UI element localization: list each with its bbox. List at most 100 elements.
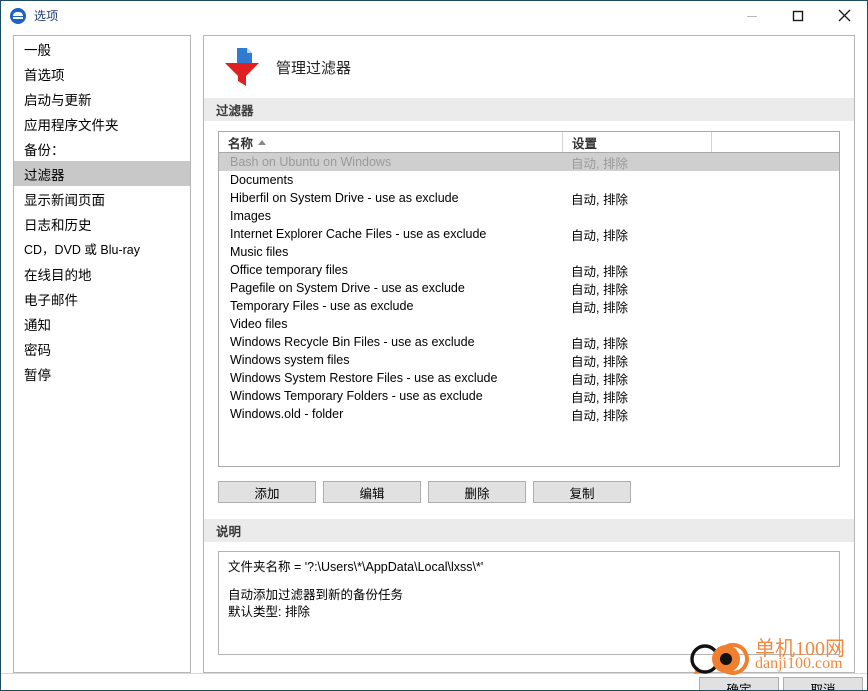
table-row[interactable]: Hiberfil on System Drive - use as exclud… bbox=[219, 189, 839, 207]
edit-button-label: 编辑 bbox=[359, 486, 385, 501]
description-box: 文件夹名称 = '?:\Users\*\AppData\Local\lxss\*… bbox=[218, 551, 840, 655]
sidebar-item-label: 启动与更新 bbox=[24, 92, 92, 108]
page-title: 管理过滤器 bbox=[276, 59, 352, 77]
ok-button[interactable]: 确定 bbox=[699, 677, 779, 690]
cell-name: Windows Recycle Bin Files - use as exclu… bbox=[230, 335, 475, 349]
sidebar-item-general[interactable]: 一般 bbox=[14, 36, 190, 61]
title-bar: 选项 bbox=[1, 1, 867, 30]
add-button[interactable]: 添加 bbox=[218, 481, 316, 503]
sidebar-item-pause[interactable]: 暂停 bbox=[14, 361, 190, 386]
table-row[interactable]: Pagefile on System Drive - use as exclud… bbox=[219, 279, 839, 297]
table-row[interactable]: Internet Explorer Cache Files - use as e… bbox=[219, 225, 839, 243]
options-circle-icon bbox=[10, 7, 26, 24]
table-row[interactable]: Windows System Restore Files - use as ex… bbox=[219, 369, 839, 387]
sidebar-item-filters[interactable]: 过滤器 bbox=[14, 161, 190, 186]
table-row[interactable]: Windows Recycle Bin Files - use as exclu… bbox=[219, 333, 839, 351]
sidebar-item-backup[interactable]: 备份： bbox=[14, 136, 190, 161]
title-bar-left: 选项 bbox=[1, 7, 729, 24]
sidebar-item-notifications[interactable]: 通知 bbox=[14, 311, 190, 336]
sidebar-item-label: 日志和历史 bbox=[24, 217, 92, 233]
settings-main-pane: 管理过滤器 过滤器 名称 设置 Bash on Ubuntu on Window… bbox=[203, 35, 855, 673]
cell-name: Documents bbox=[230, 173, 294, 187]
cell-name: Hiberfil on System Drive - use as exclud… bbox=[230, 191, 459, 205]
sidebar-item-online-dest[interactable]: 在线目的地 bbox=[14, 261, 190, 286]
filters-section-label: 过滤器 bbox=[216, 104, 254, 118]
maximize-icon[interactable] bbox=[775, 1, 821, 30]
table-row[interactable]: Bash on Ubuntu on Windows 自动, 排除 bbox=[219, 153, 839, 171]
filter-action-buttons: 添加 编辑 删除 复制 bbox=[218, 481, 854, 503]
sidebar-item-label: 在线目的地 bbox=[24, 267, 92, 283]
cell-name: Images bbox=[230, 209, 271, 223]
delete-button-label: 删除 bbox=[464, 486, 490, 501]
sidebar-item-news-page[interactable]: 显示新闻页面 bbox=[14, 186, 190, 211]
column-header-name-label: 名称 bbox=[228, 136, 254, 151]
options-window: 选项 一般 首选项 启动与更新 应用程序文件夹 备份： 过滤器 显示新闻页面 日… bbox=[0, 0, 868, 691]
sidebar-item-label: 过滤器 bbox=[24, 167, 65, 183]
cell-name: Windows system files bbox=[230, 353, 350, 367]
copy-button-label: 复制 bbox=[569, 486, 595, 501]
description-line-1: 文件夹名称 = '?:\Users\*\AppData\Local\lxss\*… bbox=[228, 560, 484, 574]
sidebar-item-app-folders[interactable]: 应用程序文件夹 bbox=[14, 111, 190, 136]
table-row[interactable]: Office temporary files 自动, 排除 bbox=[219, 261, 839, 279]
cell-name: Music files bbox=[230, 245, 289, 259]
window-controls bbox=[729, 1, 867, 30]
cell-settings: 自动, 排除 bbox=[571, 354, 628, 369]
description-line-3: 默认类型: 排除 bbox=[228, 605, 310, 619]
cell-name: Office temporary files bbox=[230, 263, 348, 277]
table-row[interactable]: Images bbox=[219, 207, 839, 225]
filters-table: 名称 设置 Bash on Ubuntu on Windows 自动, 排除 Do… bbox=[218, 131, 840, 467]
column-header-name[interactable]: 名称 bbox=[219, 132, 563, 152]
cell-name: Internet Explorer Cache Files - use as e… bbox=[230, 227, 487, 241]
sidebar-item-passwords[interactable]: 密码 bbox=[14, 336, 190, 361]
cell-name: Bash on Ubuntu on Windows bbox=[230, 155, 392, 169]
sidebar-item-label: 暂停 bbox=[24, 367, 51, 383]
cell-settings: 自动, 排除 bbox=[571, 300, 628, 315]
minimize-icon[interactable] bbox=[729, 1, 775, 30]
sidebar-item-startup[interactable]: 启动与更新 bbox=[14, 86, 190, 111]
sidebar-item-email[interactable]: 电子邮件 bbox=[14, 286, 190, 311]
sidebar-item-label: CD，DVD 或 Blu-ray bbox=[24, 243, 140, 257]
sidebar-item-label: 首选项 bbox=[24, 67, 65, 83]
table-row[interactable]: Windows system files 自动, 排除 bbox=[219, 351, 839, 369]
cell-name: Video files bbox=[230, 317, 288, 331]
footer-divider bbox=[1, 673, 867, 674]
cell-name: Windows System Restore Files - use as ex… bbox=[230, 371, 498, 385]
sidebar-item-log-history[interactable]: 日志和历史 bbox=[14, 211, 190, 236]
cell-settings: 自动, 排除 bbox=[571, 372, 628, 387]
add-button-label: 添加 bbox=[254, 486, 280, 501]
sidebar-item-optical-media[interactable]: CD，DVD 或 Blu-ray bbox=[14, 236, 190, 261]
sidebar-item-preferences[interactable]: 首选项 bbox=[14, 61, 190, 86]
table-row[interactable]: Documents bbox=[219, 171, 839, 189]
delete-button[interactable]: 删除 bbox=[428, 481, 526, 503]
cancel-button[interactable]: 取消 bbox=[783, 677, 863, 690]
edit-button[interactable]: 编辑 bbox=[323, 481, 421, 503]
description-section-header: 说明 bbox=[204, 519, 854, 542]
sidebar-item-label: 应用程序文件夹 bbox=[24, 117, 119, 133]
settings-sidebar: 一般 首选项 启动与更新 应用程序文件夹 备份： 过滤器 显示新闻页面 日志和历… bbox=[13, 35, 191, 673]
close-icon[interactable] bbox=[821, 1, 867, 30]
page-header: 管理过滤器 bbox=[204, 36, 854, 98]
cell-settings: 自动, 排除 bbox=[571, 264, 628, 279]
window-title: 选项 bbox=[34, 9, 59, 23]
column-header-settings[interactable]: 设置 bbox=[563, 132, 712, 152]
sort-ascending-icon bbox=[258, 139, 267, 145]
filters-table-header: 名称 设置 bbox=[219, 132, 839, 153]
cell-settings: 自动, 排除 bbox=[571, 192, 628, 207]
table-row[interactable]: Temporary Files - use as exclude 自动, 排除 bbox=[219, 297, 839, 315]
table-row[interactable]: Windows Temporary Folders - use as exclu… bbox=[219, 387, 839, 405]
dialog-footer: 确定 取消 bbox=[1, 673, 867, 690]
table-row[interactable]: Windows.old - folder 自动, 排除 bbox=[219, 405, 839, 423]
funnel-filter-icon bbox=[225, 48, 259, 86]
cell-settings: 自动, 排除 bbox=[571, 156, 628, 171]
filters-section-header: 过滤器 bbox=[204, 98, 854, 121]
table-row[interactable]: Music files bbox=[219, 243, 839, 261]
copy-button[interactable]: 复制 bbox=[533, 481, 631, 503]
description-section-label: 说明 bbox=[216, 525, 242, 539]
table-row[interactable]: Video files bbox=[219, 315, 839, 333]
sidebar-item-label: 通知 bbox=[24, 317, 51, 333]
cell-name: Temporary Files - use as exclude bbox=[230, 299, 414, 313]
cell-settings: 自动, 排除 bbox=[571, 408, 628, 423]
column-header-extra[interactable] bbox=[712, 132, 839, 152]
cell-settings: 自动, 排除 bbox=[571, 390, 628, 405]
